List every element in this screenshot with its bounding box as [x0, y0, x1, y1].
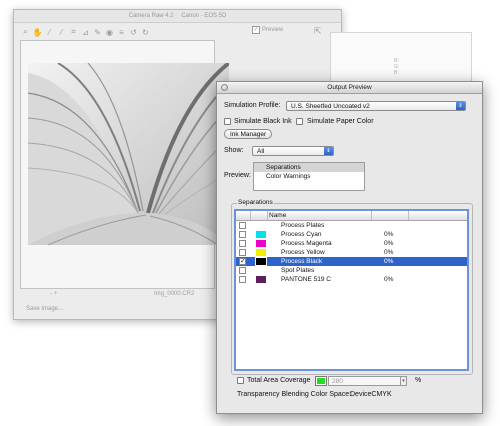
- column-name-header[interactable]: Name: [269, 211, 286, 220]
- separation-row[interactable]: Process Cyan 0%: [236, 230, 467, 239]
- separation-name: PANTONE 519 C: [281, 276, 331, 283]
- preview-label: Preview:: [224, 172, 251, 179]
- output-preview-window: Output Preview Simulation Profile: U.S. …: [216, 81, 483, 414]
- separation-percentage: 0%: [384, 258, 394, 265]
- preferences-icon[interactable]: ≡: [116, 27, 127, 38]
- separations-group-label: Separations: [237, 199, 274, 206]
- separations-table[interactable]: Name Process Plates Process Cyan 0% Process…: [234, 209, 469, 371]
- zoom-in-button[interactable]: +: [54, 291, 58, 297]
- ink-color-swatch: [256, 240, 266, 247]
- ink-color-swatch: [256, 231, 266, 238]
- rgb-readout: R: G: B:: [394, 58, 400, 76]
- camera-raw-camera: Canon - EOS 5D: [181, 13, 227, 19]
- separation-name: Process Cyan: [281, 231, 322, 238]
- preview-checkbox-label: Preview: [262, 27, 284, 33]
- simulate-paper-color-label: Simulate Paper Color: [307, 118, 374, 125]
- color-sampler-icon[interactable]: ⁄: [56, 27, 67, 38]
- preview-option-color-warnings[interactable]: Color Warnings: [254, 172, 364, 181]
- ink-manager-button[interactable]: Ink Manager: [224, 129, 273, 139]
- camera-raw-toolbar: ⌕ ✋ ⁄ ⁄ ⌗ ⊿ ✎ ◉ ≡ ↺ ↻: [20, 25, 151, 39]
- chevron-updown-icon: ⇕: [324, 147, 333, 155]
- separation-percentage: 0%: [384, 249, 394, 256]
- simulate-paper-color-checkbox[interactable]: [296, 118, 303, 125]
- separation-name: Process Magenta: [281, 240, 332, 247]
- show-value: All: [257, 148, 265, 155]
- camera-raw-title: Camera Raw 4.2: [128, 13, 174, 19]
- separation-name: Spot Plates: [281, 267, 315, 274]
- separation-row[interactable]: Spot Plates: [236, 266, 467, 275]
- camera-raw-preview-area: [20, 40, 229, 289]
- retouch-icon[interactable]: ✎: [92, 27, 103, 38]
- simulate-black-ink-label: Simulate Black Ink: [234, 118, 292, 125]
- separation-row[interactable]: Process Plates: [236, 221, 467, 230]
- zoom-out-button[interactable]: -: [50, 291, 52, 297]
- chevron-updown-icon: ⇕: [456, 102, 465, 110]
- separation-name: Process Yellow: [281, 249, 325, 256]
- straighten-icon[interactable]: ⊿: [80, 27, 91, 38]
- total-area-coverage-color-swatch[interactable]: [315, 376, 327, 386]
- preview-option-separations[interactable]: Separations: [254, 163, 364, 172]
- coverage-color-chip: [317, 378, 325, 384]
- output-preview-title: Output Preview: [327, 84, 372, 91]
- crop-icon[interactable]: ⌗: [68, 27, 79, 38]
- total-area-coverage-unit: %: [415, 377, 422, 384]
- separation-percentage: 0%: [384, 240, 394, 247]
- separation-visibility-checkbox[interactable]: ✓: [239, 258, 246, 265]
- separations-rows: Process Plates Process Cyan 0% Process Mage…: [236, 221, 467, 284]
- separations-table-header: Name: [236, 211, 467, 221]
- photo-preview: [28, 63, 229, 245]
- total-area-coverage-checkbox[interactable]: [237, 377, 244, 384]
- separation-visibility-checkbox[interactable]: [239, 240, 246, 247]
- separation-visibility-checkbox[interactable]: [239, 267, 246, 274]
- separation-row[interactable]: Process Magenta 0%: [236, 239, 467, 248]
- rotate-right-icon[interactable]: ↻: [140, 27, 151, 38]
- simulation-profile-value: U.S. Sheetfed Uncoated v2: [291, 103, 370, 110]
- separation-row[interactable]: Process Yellow 0%: [236, 248, 467, 257]
- simulation-profile-select[interactable]: U.S. Sheetfed Uncoated v2 ⇕: [286, 101, 466, 111]
- simulation-profile-label: Simulation Profile:: [224, 102, 281, 109]
- separation-row[interactable]: PANTONE 519 C 0%: [236, 275, 467, 284]
- show-label: Show:: [224, 147, 244, 154]
- coverage-stepper[interactable]: ▾: [400, 376, 407, 386]
- hand-icon[interactable]: ✋: [32, 27, 43, 38]
- camera-raw-titlebar: Camera Raw 4.2 Canon - EOS 5D: [14, 10, 341, 23]
- redeye-icon[interactable]: ◉: [104, 27, 115, 38]
- separation-visibility-checkbox[interactable]: [239, 276, 246, 283]
- simulate-black-ink-checkbox[interactable]: [224, 118, 231, 125]
- eyedropper-icon[interactable]: ⁄: [44, 27, 55, 38]
- separation-name: Process Black: [281, 258, 323, 265]
- transparency-blending-value: DeviceCMYK: [350, 391, 392, 398]
- preview-checkbox[interactable]: ✓: [252, 26, 260, 34]
- show-select[interactable]: All ⇕: [252, 146, 334, 156]
- total-area-coverage-label: Total Area Coverage: [247, 377, 311, 384]
- rotate-left-icon[interactable]: ↺: [128, 27, 139, 38]
- save-image-button[interactable]: Save Image...: [26, 306, 63, 312]
- ink-color-swatch: [256, 249, 266, 256]
- separation-visibility-checkbox[interactable]: [239, 249, 246, 256]
- zoom-controls: - +: [50, 291, 58, 297]
- separation-name: Process Plates: [281, 222, 325, 229]
- separation-row[interactable]: ✓ Process Black 0%: [236, 257, 467, 266]
- close-button[interactable]: [221, 84, 228, 91]
- output-preview-titlebar: Output Preview: [217, 82, 482, 94]
- filename-label: Img_0000.CR2: [154, 291, 195, 297]
- separation-percentage: 0%: [384, 276, 394, 283]
- ink-color-swatch: [255, 257, 267, 266]
- zoom-icon[interactable]: ⌕: [20, 27, 31, 38]
- ink-color-swatch: [256, 276, 266, 283]
- transparency-blending-label: Transparency Blending Color Space:: [237, 391, 352, 398]
- separation-visibility-checkbox[interactable]: [239, 231, 246, 238]
- separation-visibility-checkbox[interactable]: [239, 222, 246, 229]
- total-area-coverage-input[interactable]: 280: [328, 376, 403, 386]
- camera-raw-preview-toggle[interactable]: ✓ Preview: [252, 26, 283, 34]
- preview-mode-list[interactable]: Separations Color Warnings: [253, 162, 365, 191]
- separation-percentage: 0%: [384, 231, 394, 238]
- fullscreen-icon[interactable]: ⇱: [314, 26, 322, 37]
